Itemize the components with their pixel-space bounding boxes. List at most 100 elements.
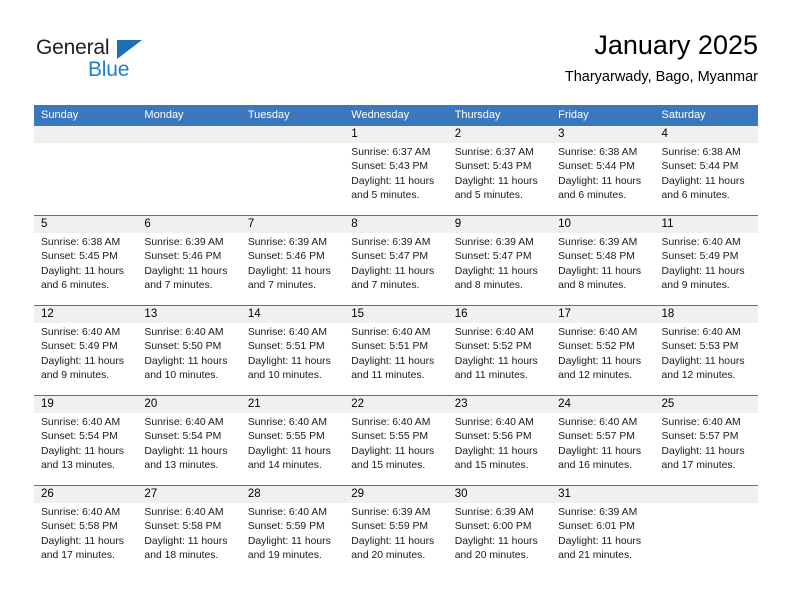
day-cell-29[interactable]: Sunrise: 6:39 AM Sunset: 5:59 PM Daylight:…: [344, 503, 447, 575]
daylight-text-1: Daylight: 11 hours: [454, 175, 538, 187]
sunrise-text: Sunrise: 6:39 AM: [454, 237, 534, 248]
day-number-13[interactable]: 13: [137, 306, 240, 323]
day-number-12[interactable]: 12: [34, 306, 137, 323]
sunset-text: Sunset: 5:50 PM: [144, 341, 222, 353]
day-cell-6[interactable]: Sunrise: 6:39 AM Sunset: 5:46 PM Daylight:…: [137, 233, 240, 305]
day-cell-9[interactable]: Sunrise: 6:39 AM Sunset: 5:47 PM Daylight:…: [448, 233, 551, 305]
day-cell-24[interactable]: Sunrise: 6:40 AM Sunset: 5:57 PM Daylight:…: [551, 413, 654, 485]
daylight-text-2: and 8 minutes.: [558, 280, 627, 292]
day-number-empty: [655, 486, 758, 503]
day-cell-2[interactable]: Sunrise: 6:37 AM Sunset: 5:43 PM Daylight:…: [448, 143, 551, 215]
day-cell-27[interactable]: Sunrise: 6:40 AM Sunset: 5:58 PM Daylight:…: [137, 503, 240, 575]
day-number-10[interactable]: 10: [551, 216, 654, 233]
day-cell-16[interactable]: Sunrise: 6:40 AM Sunset: 5:52 PM Daylight:…: [448, 323, 551, 395]
daylight-text-2: and 7 minutes.: [247, 280, 317, 292]
daylight-text-2: and 15 minutes.: [351, 460, 426, 472]
sunrise-text: Sunrise: 6:37 AM: [454, 147, 534, 158]
day-cell-21[interactable]: Sunrise: 6:40 AM Sunset: 5:55 PM Daylight:…: [241, 413, 344, 485]
daylight-text-2: and 17 minutes.: [661, 460, 736, 472]
daylight-text-2: and 21 minutes.: [558, 550, 633, 562]
day-number-26[interactable]: 26: [34, 486, 137, 503]
day-number-7[interactable]: 7: [241, 216, 344, 233]
weekday-header-saturday: Saturday: [661, 109, 706, 121]
sunset-text: Sunset: 5:54 PM: [41, 431, 118, 443]
day-number-9[interactable]: 9: [448, 216, 551, 233]
day-cell-7[interactable]: Sunrise: 6:39 AM Sunset: 5:46 PM Daylight:…: [241, 233, 344, 305]
sunset-text: Sunset: 5:55 PM: [351, 431, 429, 443]
day-number-6[interactable]: 6: [137, 216, 240, 233]
daylight-text-1: Daylight: 11 hours: [558, 445, 642, 457]
day-cell-15[interactable]: Sunrise: 6:40 AM Sunset: 5:51 PM Daylight:…: [344, 323, 447, 395]
day-number-17[interactable]: 17: [551, 306, 654, 323]
day-cell-28[interactable]: Sunrise: 6:40 AM Sunset: 5:59 PM Daylight:…: [241, 503, 344, 575]
week-detail-cells: Sunrise: 6:40 AM Sunset: 5:49 PM Daylight:…: [34, 323, 758, 395]
calendar-page: General Blue January 2025 Tharyarwady, B…: [0, 0, 792, 612]
day-number-8[interactable]: 8: [344, 216, 447, 233]
day-number-4[interactable]: 4: [655, 126, 758, 143]
day-cell-4[interactable]: Sunrise: 6:38 AM Sunset: 5:44 PM Daylight:…: [655, 143, 758, 215]
week-date-numbers: 5 6 7 8 9 10 11: [34, 216, 758, 233]
day-number-29[interactable]: 29: [344, 486, 447, 503]
sunset-text: Sunset: 5:47 PM: [351, 251, 429, 263]
day-cell-30[interactable]: Sunrise: 6:39 AM Sunset: 6:00 PM Daylight:…: [448, 503, 551, 575]
daylight-text-1: Daylight: 11 hours: [351, 445, 435, 457]
day-number-23[interactable]: 23: [448, 396, 551, 413]
day-cell-18[interactable]: Sunrise: 6:40 AM Sunset: 5:53 PM Daylight:…: [655, 323, 758, 395]
day-cell-19[interactable]: Sunrise: 6:40 AM Sunset: 5:54 PM Daylight:…: [34, 413, 137, 485]
day-cell-25[interactable]: Sunrise: 6:40 AM Sunset: 5:57 PM Daylight:…: [655, 413, 758, 485]
day-cell-20[interactable]: Sunrise: 6:40 AM Sunset: 5:54 PM Daylight:…: [137, 413, 240, 485]
day-number-22[interactable]: 22: [344, 396, 447, 413]
day-cell-26[interactable]: Sunrise: 6:40 AM Sunset: 5:58 PM Daylight:…: [34, 503, 137, 575]
daylight-text-1: Daylight: 11 hours: [247, 445, 331, 457]
sunrise-text: Sunrise: 6:40 AM: [558, 327, 638, 338]
daylight-text-1: Daylight: 11 hours: [41, 535, 124, 547]
daylight-text-2: and 13 minutes.: [41, 460, 115, 472]
day-cell-12[interactable]: Sunrise: 6:40 AM Sunset: 5:49 PM Daylight:…: [34, 323, 137, 395]
day-number-5[interactable]: 5: [34, 216, 137, 233]
day-number-31[interactable]: 31: [551, 486, 654, 503]
day-number-11[interactable]: 11: [655, 216, 758, 233]
day-number-15[interactable]: 15: [344, 306, 447, 323]
day-number-14[interactable]: 14: [241, 306, 344, 323]
day-cell-13[interactable]: Sunrise: 6:40 AM Sunset: 5:50 PM Daylight:…: [137, 323, 240, 395]
daylight-text-1: Daylight: 11 hours: [41, 355, 124, 367]
daylight-text-2: and 11 minutes.: [351, 370, 425, 382]
day-cell-23[interactable]: Sunrise: 6:40 AM Sunset: 5:56 PM Daylight:…: [448, 413, 551, 485]
day-cell-14[interactable]: Sunrise: 6:40 AM Sunset: 5:51 PM Daylight:…: [241, 323, 344, 395]
day-cell-10[interactable]: Sunrise: 6:39 AM Sunset: 5:48 PM Daylight:…: [551, 233, 654, 305]
sunset-text: Sunset: 5:49 PM: [661, 251, 739, 263]
general-blue-logo[interactable]: General Blue: [34, 36, 184, 88]
day-number-25[interactable]: 25: [655, 396, 758, 413]
day-number-21[interactable]: 21: [241, 396, 344, 413]
day-number-19[interactable]: 19: [34, 396, 137, 413]
day-cell-5[interactable]: Sunrise: 6:38 AM Sunset: 5:45 PM Daylight:…: [34, 233, 137, 305]
day-number-18[interactable]: 18: [655, 306, 758, 323]
weekday-header-sunday: Sunday: [41, 109, 79, 121]
sunrise-text: Sunrise: 6:40 AM: [247, 327, 327, 338]
day-number-20[interactable]: 20: [137, 396, 240, 413]
day-cell-1[interactable]: Sunrise: 6:37 AM Sunset: 5:43 PM Daylight:…: [344, 143, 447, 215]
day-number-27[interactable]: 27: [137, 486, 240, 503]
day-cell-31[interactable]: Sunrise: 6:39 AM Sunset: 6:01 PM Daylight:…: [551, 503, 654, 575]
day-cell-3[interactable]: Sunrise: 6:38 AM Sunset: 5:44 PM Daylight:…: [551, 143, 654, 215]
week-date-numbers: 26 27 28 29 30 31: [34, 486, 758, 503]
day-number-3[interactable]: 3: [551, 126, 654, 143]
day-cell-22[interactable]: Sunrise: 6:40 AM Sunset: 5:55 PM Daylight:…: [344, 413, 447, 485]
daylight-text-1: Daylight: 11 hours: [558, 265, 642, 277]
day-cell-17[interactable]: Sunrise: 6:40 AM Sunset: 5:52 PM Daylight:…: [551, 323, 654, 395]
sunrise-text: Sunrise: 6:40 AM: [661, 237, 741, 248]
week-detail-cells: Sunrise: 6:40 AM Sunset: 5:54 PM Daylight:…: [34, 413, 758, 485]
day-number-1[interactable]: 1: [344, 126, 447, 143]
day-cell-11[interactable]: Sunrise: 6:40 AM Sunset: 5:49 PM Daylight:…: [655, 233, 758, 305]
calendar-week-row: 19 20 21 22 23 24 25 Sunrise: 6:40 AM Sunset: 5:…: [34, 395, 758, 485]
daylight-text-1: Daylight: 11 hours: [454, 355, 538, 367]
sunrise-text: Sunrise: 6:40 AM: [144, 507, 224, 518]
day-number-28[interactable]: 28: [241, 486, 344, 503]
day-number-24[interactable]: 24: [551, 396, 654, 413]
day-cell-8[interactable]: Sunrise: 6:39 AM Sunset: 5:47 PM Daylight:…: [344, 233, 447, 305]
sunrise-text: Sunrise: 6:39 AM: [351, 237, 431, 248]
sunset-text: Sunset: 5:46 PM: [247, 251, 325, 263]
day-number-2[interactable]: 2: [448, 126, 551, 143]
day-number-30[interactable]: 30: [448, 486, 551, 503]
day-number-16[interactable]: 16: [448, 306, 551, 323]
